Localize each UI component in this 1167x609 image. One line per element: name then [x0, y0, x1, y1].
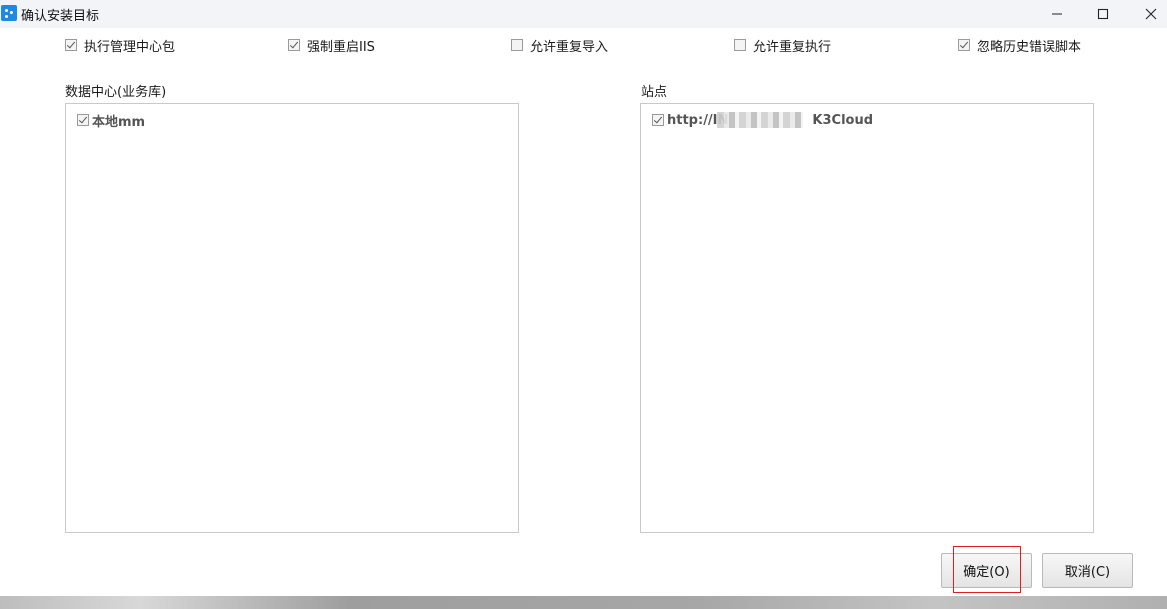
app-icon — [1, 5, 17, 21]
option-allow-repeat-execute[interactable]: 允许重复执行 — [734, 36, 832, 55]
option-force-restart-iis[interactable]: 强制重启IIS — [288, 36, 375, 55]
minimize-button[interactable] — [1034, 0, 1080, 28]
highlight-box — [953, 546, 1021, 593]
maximize-button[interactable] — [1080, 0, 1126, 28]
sites-list[interactable]: http://IN K3Cloud — [640, 103, 1094, 533]
bottom-strip — [0, 596, 1167, 609]
checkbox[interactable] — [511, 39, 523, 51]
option-label: 强制重启IIS — [307, 39, 375, 55]
checkbox[interactable] — [77, 114, 89, 126]
title-bar: 确认安装目标 — [0, 0, 1167, 28]
site-url-end: K3Cloud — [812, 112, 874, 128]
option-label: 忽略历史错误脚本 — [977, 39, 1082, 55]
option-label: 允许重复执行 — [753, 39, 832, 55]
close-icon — [1145, 8, 1157, 20]
option-label: 执行管理中心包 — [84, 39, 176, 55]
datacenter-item[interactable]: 本地mm — [77, 112, 146, 130]
datacenter-label: 数据中心(业务库) — [65, 85, 167, 100]
option-ignore-history-error-scripts[interactable]: 忽略历史错误脚本 — [958, 36, 1082, 55]
maximize-icon — [1097, 8, 1109, 20]
checkbox[interactable] — [734, 39, 746, 51]
option-allow-repeat-import[interactable]: 允许重复导入 — [511, 36, 609, 55]
checkbox[interactable] — [958, 39, 970, 51]
datacenter-item-label: 本地mm — [92, 114, 146, 130]
option-label: 允许重复导入 — [530, 39, 609, 55]
datacenter-list[interactable]: 本地mm — [65, 103, 519, 533]
minimize-icon — [1052, 13, 1062, 15]
checkbox[interactable] — [288, 39, 300, 51]
checkbox[interactable] — [65, 39, 77, 51]
redacted-blur — [717, 112, 803, 128]
site-item[interactable]: http://IN K3Cloud — [652, 112, 873, 128]
window-title: 确认安装目标 — [21, 9, 100, 24]
option-execute-management-package[interactable]: 执行管理中心包 — [65, 36, 176, 55]
close-button[interactable] — [1128, 0, 1167, 28]
cancel-button[interactable]: 取消(C) — [1042, 553, 1133, 588]
sites-label: 站点 — [641, 85, 668, 100]
checkbox[interactable] — [652, 114, 664, 126]
